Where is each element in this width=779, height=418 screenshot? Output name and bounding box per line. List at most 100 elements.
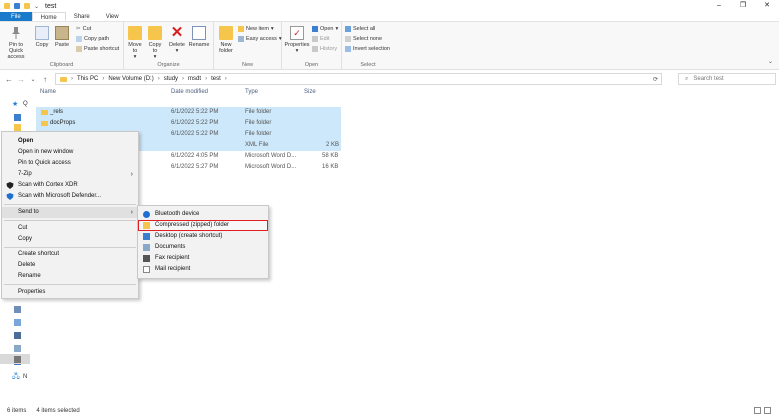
up-arrow-icon[interactable]: ↑ (39, 75, 51, 84)
menu-item-scan-cortex[interactable]: Scan with Cortex XDR (2, 180, 138, 191)
select-all-button[interactable]: Select all (345, 26, 375, 32)
invert-selection-button[interactable]: Invert selection (345, 46, 390, 52)
menu-item-open-new-window[interactable]: Open in new window (2, 147, 138, 158)
tab-file[interactable]: File (0, 12, 32, 21)
history-button[interactable]: History (312, 46, 337, 52)
table-row[interactable]: docProps 6/1/2022 5:22 PM File folder (36, 118, 341, 129)
chevron-down-icon[interactable]: ⌄ (27, 76, 39, 83)
desktop-icon[interactable] (14, 114, 21, 121)
chevron-down-icon: ▾ (175, 48, 179, 54)
bluetooth-icon (143, 211, 150, 218)
pin-quick-access-button[interactable]: Pin to Quick access (2, 26, 30, 60)
submenu-item-desktop[interactable]: Desktop (create shortcut) (138, 231, 268, 242)
nav-item-quick-access[interactable]: Q (23, 101, 28, 107)
chevron-right-icon: › (224, 76, 227, 82)
column-header-size[interactable]: Size (304, 89, 316, 95)
column-header-name[interactable]: Name (40, 89, 56, 95)
easy-access-button[interactable]: Easy access ▾ (238, 36, 282, 42)
properties-button[interactable]: ✓ Properties ▾ (284, 26, 310, 54)
documents-icon[interactable] (14, 319, 21, 326)
network-icon[interactable]: 🖧 (12, 372, 20, 383)
menu-item-scan-defender[interactable]: Scan with Microsoft Defender... (2, 191, 138, 202)
new-item-button[interactable]: New item ▾ (238, 26, 274, 32)
menu-item-open[interactable]: Open (2, 136, 138, 147)
downloads-icon[interactable] (14, 306, 21, 313)
copy-to-button[interactable]: Copy to ▾ (146, 26, 164, 60)
history-icon (312, 46, 318, 52)
paste-button[interactable]: Paste (53, 26, 71, 48)
edit-button[interactable]: Edit (312, 36, 329, 42)
search-icon: ⌕ (685, 75, 689, 82)
large-icons-view-icon[interactable] (764, 407, 771, 414)
chevron-down-icon: ▾ (335, 26, 339, 32)
menu-item-delete[interactable]: Delete (2, 260, 138, 271)
folder-icon (60, 76, 67, 82)
select-none-button[interactable]: Select none (345, 36, 382, 42)
invert-selection-icon (345, 46, 351, 52)
chevron-right-icon: › (130, 171, 133, 178)
properties-icon[interactable] (14, 3, 20, 9)
submenu-item-fax[interactable]: Fax recipient (138, 253, 268, 264)
breadcrumb-new-volume[interactable]: New Volume (D:) (108, 76, 153, 82)
details-view-icon[interactable] (754, 407, 761, 414)
tab-view[interactable]: View (98, 12, 127, 21)
chevron-right-icon: › (102, 76, 105, 82)
back-arrow-icon[interactable]: ← (3, 75, 15, 84)
submenu-item-documents[interactable]: Documents (138, 242, 268, 253)
close-button[interactable]: ✕ (755, 0, 779, 12)
tab-share[interactable]: Share (66, 12, 98, 21)
desktop-icon (143, 233, 150, 240)
menu-item-properties[interactable]: Properties (2, 287, 138, 298)
breadcrumb-this-pc[interactable]: This PC (77, 76, 98, 82)
menu-item-cut[interactable]: Cut (2, 223, 138, 234)
drive-icon[interactable] (14, 356, 21, 363)
menu-item-create-shortcut[interactable]: Create shortcut (2, 249, 138, 260)
zip-folder-icon (143, 222, 150, 229)
music-icon[interactable] (14, 332, 21, 339)
menu-item-send-to[interactable]: Send to › (2, 207, 138, 218)
breadcrumb-msdt[interactable]: msdt (188, 76, 201, 82)
menu-item-rename[interactable]: Rename (2, 271, 138, 282)
submenu-item-mail[interactable]: Mail recipient (138, 264, 268, 275)
column-header-type[interactable]: Type (245, 89, 258, 95)
menu-item-pin-quick-access[interactable]: Pin to Quick access (2, 158, 138, 169)
breadcrumb-test[interactable]: test (211, 76, 221, 82)
new-folder-icon[interactable] (24, 3, 30, 9)
move-to-button[interactable]: Move to ▾ (126, 26, 144, 60)
delete-button[interactable]: ✕ Delete ▾ (168, 24, 186, 54)
pictures-icon[interactable] (14, 345, 21, 352)
submenu-item-bluetooth[interactable]: Bluetooth device (138, 209, 268, 220)
scissors-icon: ✂ (76, 26, 81, 32)
search-box[interactable]: ⌕ Search test (678, 73, 776, 85)
rename-button[interactable]: Rename (188, 26, 210, 48)
breadcrumb-study[interactable]: study (164, 76, 178, 82)
menu-item-7zip[interactable]: 7-Zip › (2, 169, 138, 180)
chevron-right-icon: › (205, 76, 208, 82)
folder-icon[interactable] (14, 124, 21, 131)
table-row[interactable]: _rels 6/1/2022 5:22 PM File folder (36, 107, 341, 118)
tab-home[interactable]: Home (31, 12, 66, 21)
submenu-item-compressed-folder[interactable]: Compressed (zipped) folder (138, 220, 268, 231)
new-folder-button[interactable]: New folder (216, 26, 236, 54)
forward-arrow-icon[interactable]: → (15, 75, 27, 84)
chevron-down-icon[interactable]: ⌄ (768, 58, 773, 65)
delete-x-icon: ✕ (170, 24, 184, 41)
edit-icon (312, 36, 318, 42)
refresh-icon[interactable]: ⟳ (653, 76, 658, 83)
minimize-button[interactable]: – (707, 0, 731, 12)
address-bar[interactable]: › This PC › New Volume (D:) › study › ms… (55, 73, 662, 85)
clipboard-label: Clipboard (49, 62, 74, 68)
chevron-down-icon[interactable]: ⌄ (34, 3, 39, 10)
mail-icon (143, 266, 150, 273)
copy-to-icon (148, 26, 162, 40)
star-icon[interactable]: ★ (12, 100, 18, 108)
nav-item-network[interactable]: N (23, 374, 27, 380)
copy-path-button[interactable]: Copy path (76, 36, 109, 42)
column-header-date[interactable]: Date modified (171, 89, 208, 95)
paste-shortcut-button[interactable]: Paste shortcut (76, 46, 119, 52)
maximize-button[interactable]: ❐ (731, 0, 755, 12)
copy-button[interactable]: Copy (34, 26, 50, 48)
open-button[interactable]: Open ▾ (312, 26, 338, 32)
menu-item-copy[interactable]: Copy (2, 234, 138, 245)
cut-button[interactable]: ✂ Cut (76, 26, 91, 32)
